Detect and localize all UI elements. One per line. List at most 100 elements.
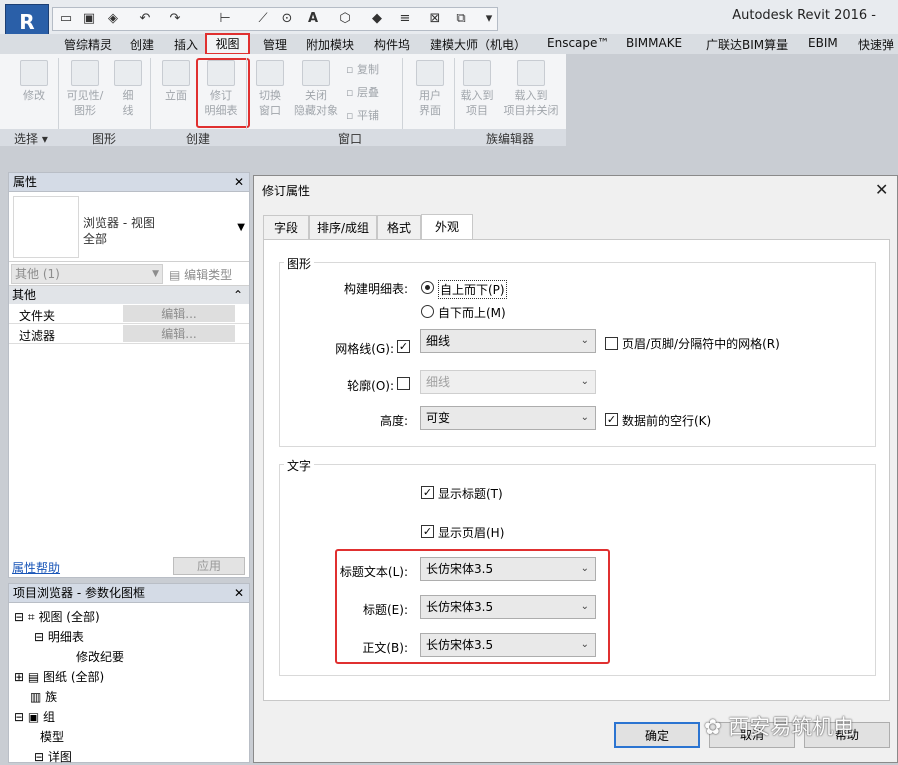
tab-view[interactable]: 视图 — [205, 33, 250, 55]
blank-row-label[interactable]: 数据前的空行(K) — [622, 412, 711, 429]
3d-view-icon[interactable]: ⬡ — [337, 11, 353, 27]
tab-sorting[interactable]: 排序/成组 — [309, 215, 377, 240]
tab-bimmake[interactable]: BIMMAKE — [626, 36, 682, 50]
undo-icon[interactable]: ↶ — [137, 11, 153, 27]
bottom-up-radio[interactable] — [421, 305, 434, 318]
type-sub: 全部 — [83, 232, 108, 246]
grid-lines-select[interactable]: 细线 ⌄ — [420, 329, 596, 353]
close-icon[interactable]: ✕ — [234, 173, 244, 192]
group-select[interactable]: 选择 ▾ — [14, 130, 48, 147]
outline-select[interactable]: 细线 ⌄ — [420, 370, 596, 394]
grid-in-header-checkbox[interactable] — [605, 337, 618, 350]
tree-item-detail[interactable]: ⊟ 详图 — [34, 748, 72, 765]
load-and-close-icon — [517, 60, 545, 86]
user-interface-icon — [416, 60, 444, 86]
chevron-down-icon: ⌄ — [580, 376, 589, 387]
thin-lines-button[interactable]: 细 线 — [110, 60, 146, 118]
grid-lines-checkbox[interactable]: ✓ — [397, 340, 410, 353]
visibility-graphics-button[interactable]: 可见性/ 图形 — [62, 60, 108, 118]
properties-help-link[interactable]: 属性帮助 — [12, 559, 60, 576]
outline-checkbox[interactable] — [397, 377, 410, 390]
cascade-button[interactable]: ▫ 层叠 — [346, 85, 396, 100]
properties-title: 属性 — [13, 175, 38, 189]
tree-item-sheets[interactable]: ⊞ ▤ 图纸 (全部) — [14, 668, 104, 685]
show-title-label[interactable]: 显示标题(T) — [438, 485, 503, 502]
close-hidden-button[interactable]: 关闭 隐藏对象 — [290, 60, 342, 118]
type-selector[interactable]: 浏览器 - 视图 全部 ▼ — [9, 192, 249, 262]
tile-button[interactable]: ▫ 平铺 — [346, 108, 396, 123]
tab-fields[interactable]: 字段 — [263, 215, 309, 240]
instance-filter[interactable]: 其他 (1) ▼ — [11, 264, 163, 284]
customize-dropdown-icon[interactable]: ▾ — [481, 11, 497, 27]
title-select[interactable]: 长仿宋体3.5 ⌄ — [420, 595, 596, 619]
tab-format[interactable]: 格式 — [377, 215, 421, 240]
group-graphics: 图形 — [92, 132, 117, 146]
grid-in-header-label[interactable]: 页眉/页脚/分隔符中的网格(R) — [622, 335, 780, 352]
visibility-icon — [71, 60, 99, 86]
tree-item-families[interactable]: ▥ 族 — [30, 688, 57, 705]
close-icon[interactable]: ✕ — [234, 584, 244, 603]
tab-manage[interactable]: 管理 — [263, 36, 287, 53]
tab-manzong[interactable]: 管综精灵 — [64, 36, 112, 53]
tab-enscape[interactable]: Enscape™ — [547, 36, 609, 50]
load-and-close-button[interactable]: 载入到 项目并关闭 — [500, 60, 562, 118]
tag-icon[interactable]: ⊙ — [279, 11, 295, 27]
user-interface-button[interactable]: 用户 界面 — [408, 60, 452, 118]
ok-button[interactable]: 确定 — [614, 722, 700, 748]
tree-item-revision[interactable]: 修改纪要 — [76, 648, 124, 665]
top-down-label[interactable]: 自上而下(P) — [438, 280, 507, 299]
tree-item-schedules[interactable]: ⊟ 明细表 — [34, 628, 84, 645]
show-header-checkbox[interactable]: ✓ — [421, 525, 434, 538]
switch-windows-button[interactable]: 切换 窗口 — [250, 60, 290, 118]
tab-create[interactable]: 创建 — [130, 36, 154, 53]
tab-appearance[interactable]: 外观 — [421, 214, 473, 240]
height-select[interactable]: 可变 ⌄ — [420, 406, 596, 430]
save-icon[interactable]: ▣ — [81, 11, 97, 27]
view-icon: ⌗ — [27, 610, 35, 624]
duplicate-button[interactable]: ▫ 复制 — [346, 62, 396, 77]
measure-icon[interactable]: ⊢ — [217, 11, 233, 27]
tab-component[interactable]: 构件坞 — [374, 36, 410, 53]
text-legend: 文字 — [284, 457, 315, 474]
property-row: 过滤器 编辑... — [9, 324, 249, 344]
edit-type-button[interactable]: ▤ 编辑类型 — [169, 266, 232, 283]
load-into-project-button[interactable]: 载入到 项目 — [456, 60, 498, 118]
body-select[interactable]: 长仿宋体3.5 ⌄ — [420, 633, 596, 657]
collapse-icon[interactable]: ⌃ — [233, 286, 243, 304]
tab-glodon[interactable]: 广联达BIM算量 — [706, 36, 788, 53]
tab-quick[interactable]: 快速弹 — [858, 36, 894, 53]
switch-windows-icon[interactable]: ⧉ — [453, 11, 469, 27]
tree-item-groups[interactable]: ⊟ ▣ 组 — [14, 708, 55, 725]
show-header-label[interactable]: 显示页眉(H) — [438, 524, 504, 541]
show-title-checkbox[interactable]: ✓ — [421, 486, 434, 499]
redo-icon[interactable]: ↷ — [167, 11, 183, 27]
tab-modeling-master[interactable]: 建模大师（机电） — [430, 36, 526, 53]
tree-item-views[interactable]: ⊟ ⌗ 视图 (全部) — [14, 608, 100, 625]
bottom-up-label[interactable]: 自下而上(M) — [438, 304, 506, 321]
sync-icon[interactable]: ◈ — [105, 11, 121, 27]
elevation-icon — [162, 60, 190, 86]
tab-ebim[interactable]: EBIM — [808, 36, 838, 50]
chevron-down-icon: ⌄ — [580, 563, 589, 574]
filter-edit-button[interactable]: 编辑... — [123, 325, 235, 342]
elevation-button[interactable]: 立面 — [156, 60, 196, 103]
title-text-select[interactable]: 长仿宋体3.5 ⌄ — [420, 557, 596, 581]
tab-insert[interactable]: 插入 — [174, 36, 198, 53]
top-down-radio[interactable] — [421, 281, 434, 294]
property-row: 文件夹 编辑... — [9, 304, 249, 324]
blank-row-checkbox[interactable]: ✓ — [605, 413, 618, 426]
close-hidden-icon — [302, 60, 330, 86]
text-icon[interactable]: A — [305, 11, 321, 27]
folder-edit-button[interactable]: 编辑... — [123, 305, 235, 322]
apply-button[interactable]: 应用 — [173, 557, 245, 575]
tree-item-model[interactable]: 模型 — [40, 728, 64, 745]
thin-lines-icon[interactable]: ≡ — [397, 11, 413, 27]
section-icon[interactable]: ◆ — [369, 11, 385, 27]
open-icon[interactable]: ▭ — [58, 11, 74, 27]
tab-addins[interactable]: 附加模块 — [306, 36, 354, 53]
switch-windows-icon — [256, 60, 284, 86]
dimension-icon[interactable]: ⟋ — [255, 11, 271, 27]
close-icon[interactable]: ✕ — [875, 180, 888, 199]
close-hidden-icon[interactable]: ⊠ — [427, 11, 443, 27]
modify-button[interactable]: 修改 — [14, 60, 54, 103]
